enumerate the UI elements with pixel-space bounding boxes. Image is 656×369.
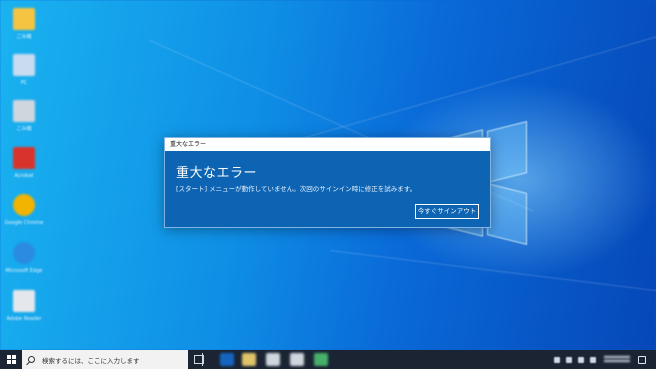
clock[interactable] bbox=[602, 354, 632, 366]
start-button[interactable] bbox=[0, 350, 22, 369]
desktop-icon[interactable]: ごみ箱 bbox=[4, 6, 44, 50]
network-icon[interactable] bbox=[566, 356, 572, 363]
desktop-icon-label: ごみ箱 bbox=[16, 34, 32, 40]
dialog-title: 重大なエラー bbox=[165, 138, 490, 151]
chrome-icon bbox=[13, 194, 35, 216]
taskbar: 検索するには、ここに入力します bbox=[0, 350, 656, 369]
system-tray bbox=[554, 350, 646, 369]
desktop-icon-label: ごみ箱 bbox=[16, 126, 32, 132]
desktop-icon-label: Google Chrome bbox=[4, 220, 44, 226]
dialog-message: [スタート] メニューが動作していません。次回のサインイン時に修正を試みます。 bbox=[176, 185, 417, 193]
search-placeholder: 検索するには、ここに入力します bbox=[42, 356, 140, 365]
taskbar-search-box[interactable]: 検索するには、ここに入力します bbox=[22, 350, 188, 369]
folder-icon bbox=[13, 8, 35, 30]
desktop-icon-label: Adobe Reader bbox=[6, 316, 42, 322]
document-icon bbox=[13, 290, 35, 312]
desktop-icon-label: Acrobat bbox=[14, 173, 34, 179]
volume-icon[interactable] bbox=[578, 356, 584, 363]
desktop-icon[interactable]: ごみ箱 bbox=[4, 98, 44, 142]
app-red-icon bbox=[13, 147, 35, 169]
search-icon bbox=[28, 356, 35, 363]
critical-error-dialog: 重大なエラー 重大なエラー [スタート] メニューが動作していません。次回のサイ… bbox=[164, 137, 491, 228]
edge-icon bbox=[13, 242, 35, 264]
pinned-app-1-icon[interactable] bbox=[220, 353, 234, 366]
pinned-app-2-icon[interactable] bbox=[242, 353, 256, 366]
desktop-icon[interactable]: Microsoft Edge bbox=[4, 240, 44, 284]
desktop-icon[interactable]: Google Chrome bbox=[4, 192, 44, 236]
logo-pane bbox=[487, 183, 527, 245]
sign-out-now-button[interactable]: 今すぐサインアウト bbox=[415, 204, 479, 219]
desktop-icon[interactable]: Adobe Reader bbox=[4, 288, 44, 332]
dialog-heading: 重大なエラー bbox=[176, 166, 258, 181]
chevron-up-icon[interactable] bbox=[554, 356, 560, 363]
logo-pane bbox=[487, 121, 527, 183]
notification-icon[interactable] bbox=[638, 355, 646, 364]
pinned-app-5-icon[interactable] bbox=[314, 353, 328, 366]
desktop-icon-label: PC bbox=[20, 80, 28, 86]
pinned-app-3-icon[interactable] bbox=[266, 353, 280, 366]
desktop-icon[interactable]: PC bbox=[4, 52, 44, 96]
task-view-icon[interactable] bbox=[194, 353, 204, 366]
desktop-icon-label: Microsoft Edge bbox=[5, 268, 43, 274]
light-beam bbox=[329, 250, 656, 303]
windows-icon bbox=[6, 355, 16, 364]
ime-icon[interactable] bbox=[590, 356, 596, 363]
pc-icon bbox=[13, 54, 35, 76]
recycle-bin-icon bbox=[13, 100, 35, 122]
pinned-app-4-icon[interactable] bbox=[290, 353, 304, 366]
desktop-icon[interactable]: Acrobat bbox=[4, 145, 44, 189]
